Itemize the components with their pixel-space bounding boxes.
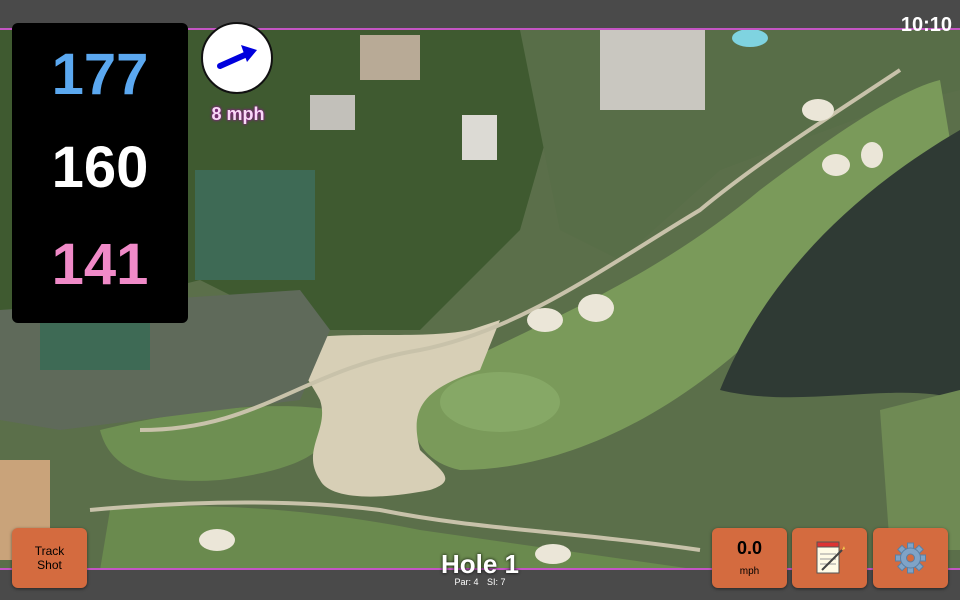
settings-button[interactable] [873, 528, 948, 588]
hole-stroke-index: SI: 7 [487, 577, 506, 587]
wind-speed: 8 mph [211, 104, 265, 124]
distance-panel: 177 160 141 [12, 23, 188, 323]
front-distance: 141 [51, 232, 149, 297]
notes-button[interactable] [792, 528, 867, 588]
hole-info: Par: 4 SI: 7 [380, 577, 580, 587]
clock: 10:10 [900, 14, 952, 36]
shot-speed-button[interactable]: 0.0 mph [712, 528, 787, 588]
hole-title: Hole 1 [440, 549, 520, 579]
notepad-icon [816, 541, 845, 574]
back-distance: 177 [51, 42, 149, 107]
hole-par: Par: 4 [454, 577, 479, 587]
speed-value: 0.0 [736, 538, 763, 558]
track-shot-label-line2: Shot [37, 558, 62, 572]
track-shot-label-line1: Track [34, 544, 65, 558]
center-distance: 160 [51, 135, 149, 200]
wind-arrow-icon [217, 45, 257, 69]
wind-indicator [201, 22, 273, 94]
gear-icon [895, 542, 926, 574]
speed-unit: mph [739, 566, 760, 577]
track-shot-button[interactable]: Track Shot [12, 528, 87, 588]
